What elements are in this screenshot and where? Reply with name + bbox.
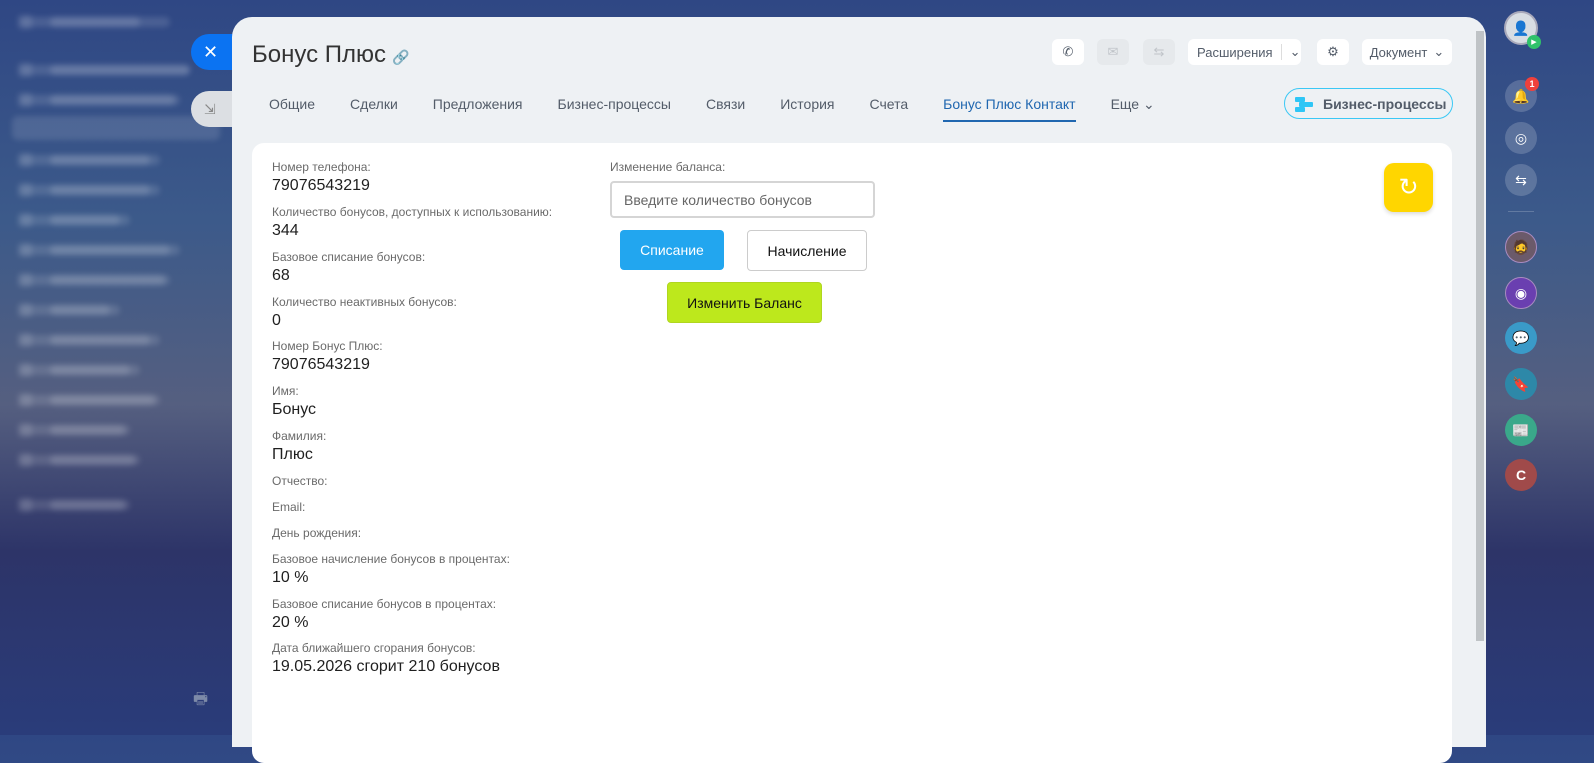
bonus-plus-card: Номер телефона: 79076543219 Количество б… bbox=[252, 143, 1452, 763]
minimize-icon: ⇲ bbox=[204, 100, 216, 117]
mail-icon: ✉ bbox=[1107, 44, 1119, 59]
newspaper-icon: 📰 bbox=[1512, 421, 1530, 438]
last-name-value: Плюс bbox=[272, 446, 313, 463]
tab-offers[interactable]: Предложения bbox=[433, 96, 523, 122]
settings-button[interactable]: ⚙ bbox=[1317, 39, 1349, 65]
chevron-down-icon: ⌄ bbox=[1289, 44, 1301, 59]
available-bonuses-value: 344 bbox=[272, 222, 299, 239]
base-debit-percent-label: Базовое списание бонусов в процентах: bbox=[272, 597, 497, 611]
title-text: Бонус Плюс bbox=[252, 41, 387, 68]
bonus-plus-number-label: Номер Бонус Плюс: bbox=[272, 339, 383, 353]
contact-avatar[interactable]: 🧔 bbox=[1505, 231, 1537, 263]
user-icon: 👤 bbox=[1512, 19, 1530, 36]
tab-bonus-plus-contact[interactable]: Бонус Плюс Контакт bbox=[943, 96, 1076, 122]
target-icon: ◎ bbox=[1514, 129, 1528, 146]
tab-business-processes[interactable]: Бизнес-процессы bbox=[558, 96, 671, 122]
expiry-date-value: 19.05.2026 сгорит 210 бонусов bbox=[272, 658, 500, 675]
bookmarks-button[interactable]: 🔖 bbox=[1505, 368, 1537, 400]
scrollbar[interactable] bbox=[1476, 31, 1484, 641]
base-accrual-percent-value: 10 % bbox=[272, 569, 309, 586]
messages-icon: 💬 bbox=[1512, 329, 1530, 346]
play-icon: ▶ bbox=[1527, 35, 1541, 49]
printer-icon[interactable]: 🖶 bbox=[193, 688, 208, 715]
first-name-value: Бонус bbox=[272, 401, 317, 418]
base-debit-label: Базовое списание бонусов: bbox=[272, 250, 426, 264]
phone-icon: ✆ bbox=[1062, 44, 1074, 59]
expiry-date-label: Дата ближайшего сгорания бонусов: bbox=[272, 641, 476, 655]
birthday-label: День рождения: bbox=[272, 526, 362, 540]
bonus-amount-input[interactable] bbox=[610, 181, 875, 218]
phone-value: 79076543219 bbox=[272, 177, 370, 194]
tab-history[interactable]: История bbox=[780, 96, 834, 122]
document-dropdown[interactable]: Документ ⌄ bbox=[1362, 39, 1452, 65]
refresh-button[interactable]: ↻ bbox=[1384, 163, 1433, 212]
copilot-button[interactable]: ◉ bbox=[1505, 277, 1537, 309]
inactive-bonuses-label: Количество неактивных бонусов: bbox=[272, 295, 457, 309]
extensions-label: Расширения bbox=[1197, 44, 1273, 60]
balance-change-label: Изменение баланса: bbox=[610, 160, 726, 174]
business-processes-label: Бизнес-процессы bbox=[1323, 95, 1447, 112]
link-icon[interactable]: 🔗 bbox=[392, 49, 409, 65]
base-debit-value: 68 bbox=[272, 267, 290, 284]
gear-icon: ⚙ bbox=[1327, 44, 1339, 59]
tab-deals[interactable]: Сделки bbox=[350, 96, 398, 122]
bookmark-icon: 🔖 bbox=[1512, 375, 1530, 392]
business-processes-button[interactable]: Бизнес-процессы bbox=[1284, 88, 1453, 119]
first-name-label: Имя: bbox=[272, 384, 299, 398]
close-icon: ✕ bbox=[203, 41, 219, 62]
change-balance-button[interactable]: Изменить Баланс bbox=[667, 282, 822, 323]
base-accrual-percent-label: Базовое начисление бонусов в процентах: bbox=[272, 552, 510, 566]
patronymic-label: Отчество: bbox=[272, 474, 328, 488]
tab-more[interactable]: Еще ⌄ bbox=[1111, 96, 1155, 122]
phone-label: Номер телефона: bbox=[272, 160, 371, 174]
bell-icon: 🔔 bbox=[1512, 87, 1530, 104]
email-label: Email: bbox=[272, 500, 306, 514]
entity-panel: Бонус Плюс 🔗 ✆ ✉ ⇆ Расширения ⌄ ⚙ Документ… bbox=[232, 17, 1486, 763]
user-letter-avatar[interactable]: C bbox=[1505, 459, 1537, 491]
notification-badge: 1 bbox=[1525, 77, 1539, 91]
chevron-down-icon: ⌄ bbox=[1433, 44, 1445, 59]
chat-button[interactable]: ⇆ bbox=[1143, 39, 1175, 65]
document-label: Документ bbox=[1369, 44, 1428, 60]
divider bbox=[1508, 211, 1534, 212]
extensions-dropdown[interactable]: Расширения ⌄ bbox=[1188, 39, 1301, 65]
right-rail: 👤 ▶ 🔔 1 ◎ ⇆ 🧔 ◉ 💬 🔖 📰 C bbox=[1496, 0, 1594, 735]
available-bonuses-label: Количество бонусов, доступных к использо… bbox=[272, 205, 553, 219]
chevron-down-icon: ⌄ bbox=[1142, 96, 1155, 112]
tab-general[interactable]: Общие bbox=[269, 96, 315, 122]
chats-button[interactable]: ⇆ bbox=[1505, 164, 1537, 196]
background-active-item bbox=[12, 116, 220, 140]
activity-button[interactable]: ◎ bbox=[1505, 122, 1537, 154]
base-debit-percent-value: 20 % bbox=[272, 614, 309, 631]
tab-links[interactable]: Связи bbox=[706, 96, 745, 122]
last-name-label: Фамилия: bbox=[272, 429, 327, 443]
copilot-icon: ◉ bbox=[1514, 284, 1528, 301]
refresh-icon: ↻ bbox=[1398, 174, 1419, 201]
inactive-bonuses-value: 0 bbox=[272, 312, 281, 329]
chat-icon: ⇆ bbox=[1515, 171, 1527, 188]
person-photo-icon: 🧔 bbox=[1512, 238, 1530, 255]
debit-button[interactable]: Списание bbox=[620, 230, 724, 270]
tab-more-label: Еще bbox=[1110, 96, 1140, 112]
credit-button[interactable]: Начисление bbox=[747, 230, 867, 271]
tab-invoices[interactable]: Счета bbox=[870, 96, 909, 122]
news-button[interactable]: 📰 bbox=[1505, 414, 1537, 446]
tab-bar: Общие Сделки Предложения Бизнес-процессы… bbox=[269, 96, 1190, 122]
bonus-plus-number-value: 79076543219 bbox=[272, 356, 370, 373]
chat-icon: ⇆ bbox=[1153, 44, 1165, 59]
business-process-icon bbox=[1295, 96, 1313, 112]
page-title: Бонус Плюс 🔗 bbox=[252, 41, 409, 69]
email-button[interactable]: ✉ bbox=[1097, 39, 1129, 65]
open-channels-button[interactable]: 💬 bbox=[1505, 322, 1537, 354]
call-button[interactable]: ✆ bbox=[1052, 39, 1084, 65]
